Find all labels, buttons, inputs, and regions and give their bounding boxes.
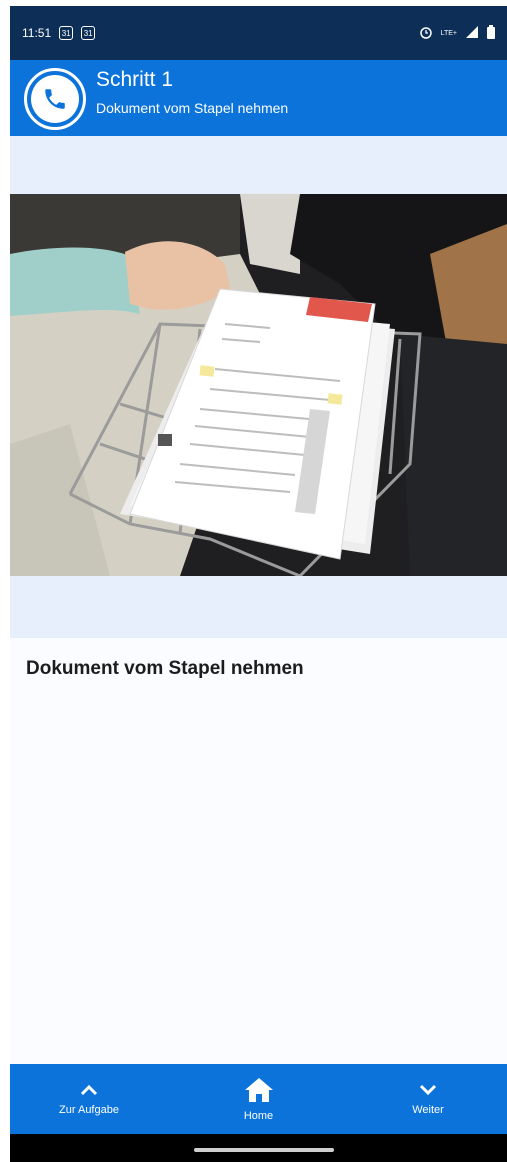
alarm-icon — [419, 25, 433, 42]
bottom-nav: Zur Aufgabe Home Weiter — [10, 1064, 507, 1134]
status-left: 11:51 31 31 — [22, 26, 96, 40]
calendar-icon: 31 — [81, 26, 96, 40]
nav-weiter-button[interactable]: Weiter — [373, 1083, 483, 1116]
chevron-up-icon — [80, 1083, 98, 1100]
image-top-band — [10, 136, 507, 194]
instruction-photo — [10, 194, 507, 576]
status-time: 11:51 — [22, 26, 52, 40]
chevron-down-icon — [419, 1083, 437, 1100]
nav-weiter-label: Weiter — [412, 1103, 444, 1116]
status-right: LTE+ — [419, 24, 495, 42]
signal-icon — [465, 25, 479, 42]
page-subtitle: Dokument vom Stapel nehmen — [96, 100, 289, 116]
home-gesture-handle[interactable] — [194, 1148, 334, 1152]
battery-icon — [487, 24, 495, 42]
image-bottom-band — [10, 576, 507, 638]
home-icon — [244, 1077, 274, 1106]
calendar-icon: 31 — [59, 26, 74, 40]
nav-zur-aufgabe-label: Zur Aufgabe — [59, 1103, 119, 1116]
nav-home-label: Home — [243, 1109, 274, 1122]
step-heading: Dokument vom Stapel nehmen — [26, 658, 304, 679]
nav-home-button[interactable]: Home — [204, 1077, 314, 1122]
system-gesture-bar — [10, 1134, 507, 1162]
status-bar: 11:51 31 31 LTE+ — [10, 6, 507, 60]
page-title: Schritt 1 — [96, 68, 174, 91]
app-frame: 11:51 31 31 LTE+ Schritt 1 Dokument vom … — [10, 6, 507, 1162]
network-type: LTE+ — [440, 29, 457, 37]
app-header: Schritt 1 Dokument vom Stapel nehmen — [10, 60, 507, 136]
phone-icon — [31, 75, 79, 123]
nav-zur-aufgabe-button[interactable]: Zur Aufgabe — [34, 1083, 144, 1116]
call-button[interactable] — [24, 68, 86, 130]
